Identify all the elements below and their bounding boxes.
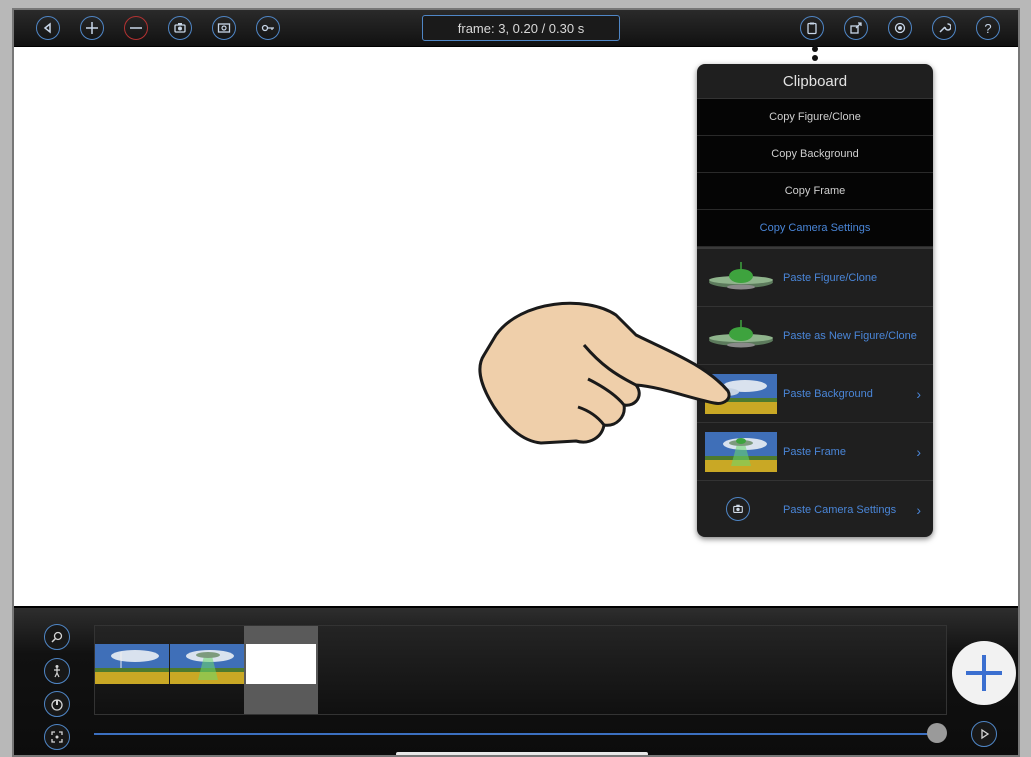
back-button[interactable] [36, 16, 60, 40]
clipboard-button[interactable] [800, 16, 824, 40]
paste-figure-clone-label: Paste Figure/Clone [783, 271, 878, 284]
tools-button[interactable] [932, 16, 956, 40]
screenshot-button[interactable] [212, 16, 236, 40]
paste-background-item[interactable]: Paste Background › [697, 365, 933, 423]
clipboard-icon [807, 22, 817, 35]
copy-figure-clone-item[interactable]: Copy Figure/Clone [697, 99, 933, 136]
paste-frame-label: Paste Frame [783, 445, 846, 458]
pointing-hand-icon [478, 301, 731, 445]
current-frame-slot[interactable] [244, 626, 318, 714]
settings-icon [894, 22, 906, 34]
key-button[interactable] [256, 16, 280, 40]
paste-frame-item[interactable]: Paste Frame › [697, 423, 933, 481]
figure-button[interactable] [44, 658, 70, 684]
frame-thumbnail-1[interactable] [95, 644, 169, 684]
chevron-right-icon: › [916, 501, 921, 518]
remove-icon [130, 27, 142, 29]
screenshot-icon [217, 23, 231, 33]
back-icon [43, 22, 51, 34]
popover-anchor-dots [812, 46, 818, 64]
help-button[interactable]: ? [976, 16, 1000, 40]
frame-strip[interactable] [94, 625, 947, 715]
settings-button[interactable] [888, 16, 912, 40]
timeline-panel [14, 606, 1018, 755]
paste-camera-settings-item[interactable]: Paste Camera Settings › [697, 481, 933, 537]
export-icon [850, 22, 862, 34]
copy-frame-item[interactable]: Copy Frame [697, 173, 933, 210]
remove-button[interactable] [124, 16, 148, 40]
ufo-thumbnail [709, 262, 773, 290]
chevron-right-icon: › [916, 443, 921, 460]
paste-figure-clone-item[interactable]: Paste Figure/Clone [697, 249, 933, 307]
onion-skin-button[interactable] [44, 691, 70, 717]
zoom-icon [51, 631, 63, 643]
key-icon [261, 24, 274, 32]
scrubber-handle[interactable] [927, 723, 947, 743]
figure-icon [54, 665, 60, 678]
paste-background-label: Paste Background [783, 387, 873, 400]
copy-background-item[interactable]: Copy Background [697, 136, 933, 173]
chevron-right-icon: › [916, 385, 921, 402]
export-button[interactable] [844, 16, 868, 40]
camera-icon [174, 23, 186, 33]
frame-thumbnail-3 [246, 644, 316, 684]
paste-new-figure-clone-label: Paste as New Figure/Clone [783, 329, 917, 342]
clipboard-popover: Clipboard Copy Figure/Clone Copy Backgro… [697, 64, 933, 537]
play-icon [981, 728, 990, 740]
paste-camera-settings-label: Paste Camera Settings [783, 503, 897, 516]
clipboard-title: Clipboard [697, 64, 933, 99]
home-indicator [396, 752, 648, 755]
play-button[interactable] [971, 721, 997, 747]
camera-icon [726, 497, 750, 521]
add-icon [86, 22, 98, 34]
onion-skin-icon [51, 699, 63, 711]
app-screen: frame: 3, 0.20 / 0.30 s ? Clipboard Copy… [12, 8, 1020, 757]
zoom-button[interactable] [44, 624, 70, 650]
fit-button[interactable] [44, 724, 70, 750]
frame-thumbnail-2[interactable] [170, 644, 244, 684]
add-figure-button[interactable] [80, 16, 104, 40]
add-frame-button[interactable] [952, 641, 1016, 705]
plus-icon [966, 655, 1002, 691]
fit-icon [51, 731, 63, 743]
help-icon: ? [984, 20, 992, 36]
paste-new-figure-clone-item[interactable]: Paste as New Figure/Clone [697, 307, 933, 365]
wrench-icon [939, 23, 951, 33]
frame-readout[interactable]: frame: 3, 0.20 / 0.30 s [422, 15, 620, 41]
top-toolbar: frame: 3, 0.20 / 0.30 s ? [14, 10, 1018, 47]
camera-button[interactable] [168, 16, 192, 40]
copy-camera-settings-item[interactable]: Copy Camera Settings [697, 210, 933, 247]
timeline-scrubber[interactable] [94, 733, 939, 735]
